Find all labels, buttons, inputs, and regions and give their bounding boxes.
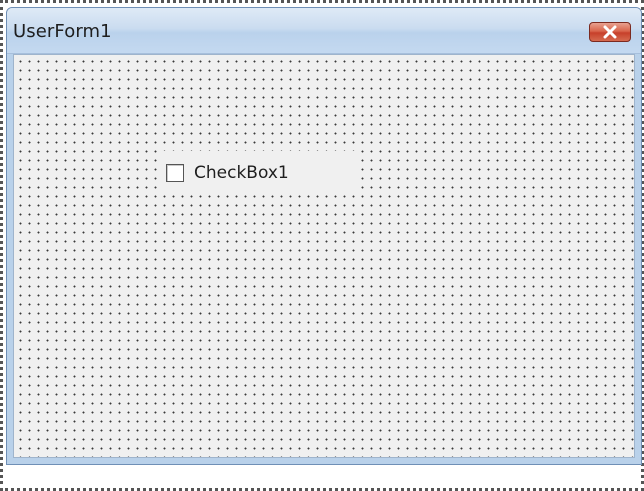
userform-window: UserForm1 CheckBox1 — [6, 7, 642, 465]
close-button[interactable] — [589, 22, 631, 42]
form-design-surface[interactable]: CheckBox1 — [13, 54, 635, 458]
checkbox1-box[interactable] — [166, 164, 184, 182]
checkbox1-control[interactable]: CheckBox1 — [160, 151, 356, 195]
window-title: UserForm1 — [13, 21, 112, 42]
close-icon — [603, 25, 617, 39]
design-selection-frame[interactable]: UserForm1 CheckBox1 — [0, 0, 644, 491]
checkbox1-label: CheckBox1 — [194, 163, 289, 183]
title-bar[interactable]: UserForm1 — [7, 8, 641, 54]
